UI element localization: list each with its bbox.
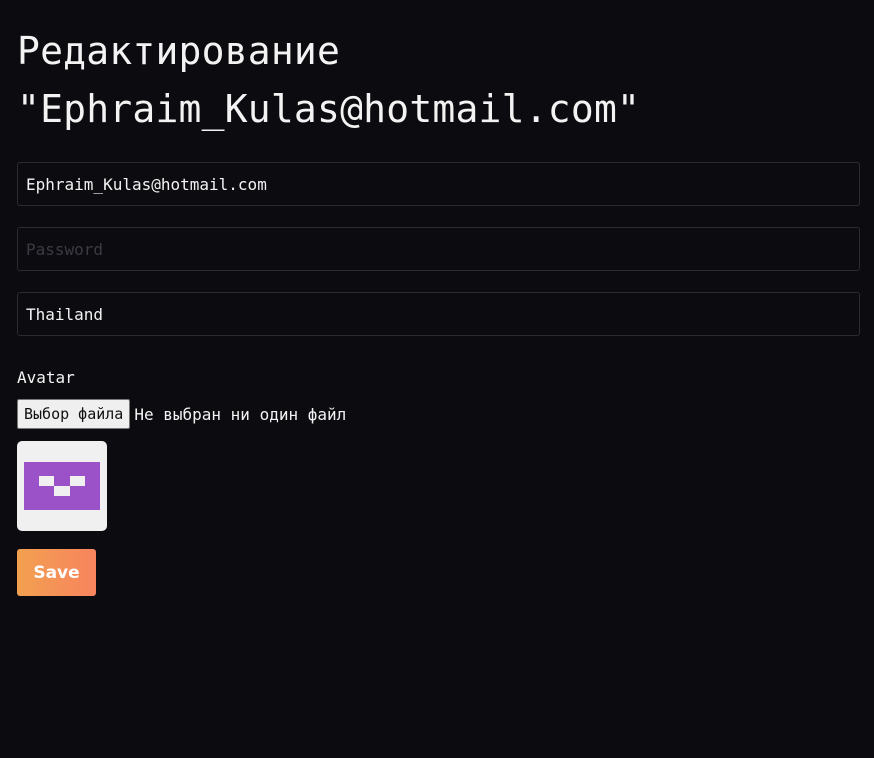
page-title-line1: Редактирование	[17, 29, 341, 73]
email-field[interactable]	[17, 162, 860, 206]
file-input: Выбор файла Не выбран ни один файл	[17, 399, 860, 429]
edit-user-form: Avatar Выбор файла Не выбран ни один фай…	[17, 162, 860, 596]
avatar-label: Avatar	[17, 368, 75, 387]
country-field[interactable]	[17, 292, 860, 336]
password-field[interactable]	[17, 227, 860, 271]
save-button[interactable]: Save	[17, 549, 96, 596]
page-title: Редактирование "Ephraim_Kulas@hotmail.co…	[17, 0, 860, 138]
choose-file-button[interactable]: Выбор файла	[17, 399, 131, 429]
edit-user-page: Редактирование "Ephraim_Kulas@hotmail.co…	[0, 0, 874, 758]
avatar-preview	[17, 441, 107, 531]
file-status-text: Не выбран ни один файл	[134, 404, 347, 424]
page-title-line2: "Ephraim_Kulas@hotmail.com"	[17, 87, 641, 131]
identicon-avatar-icon	[24, 462, 100, 510]
